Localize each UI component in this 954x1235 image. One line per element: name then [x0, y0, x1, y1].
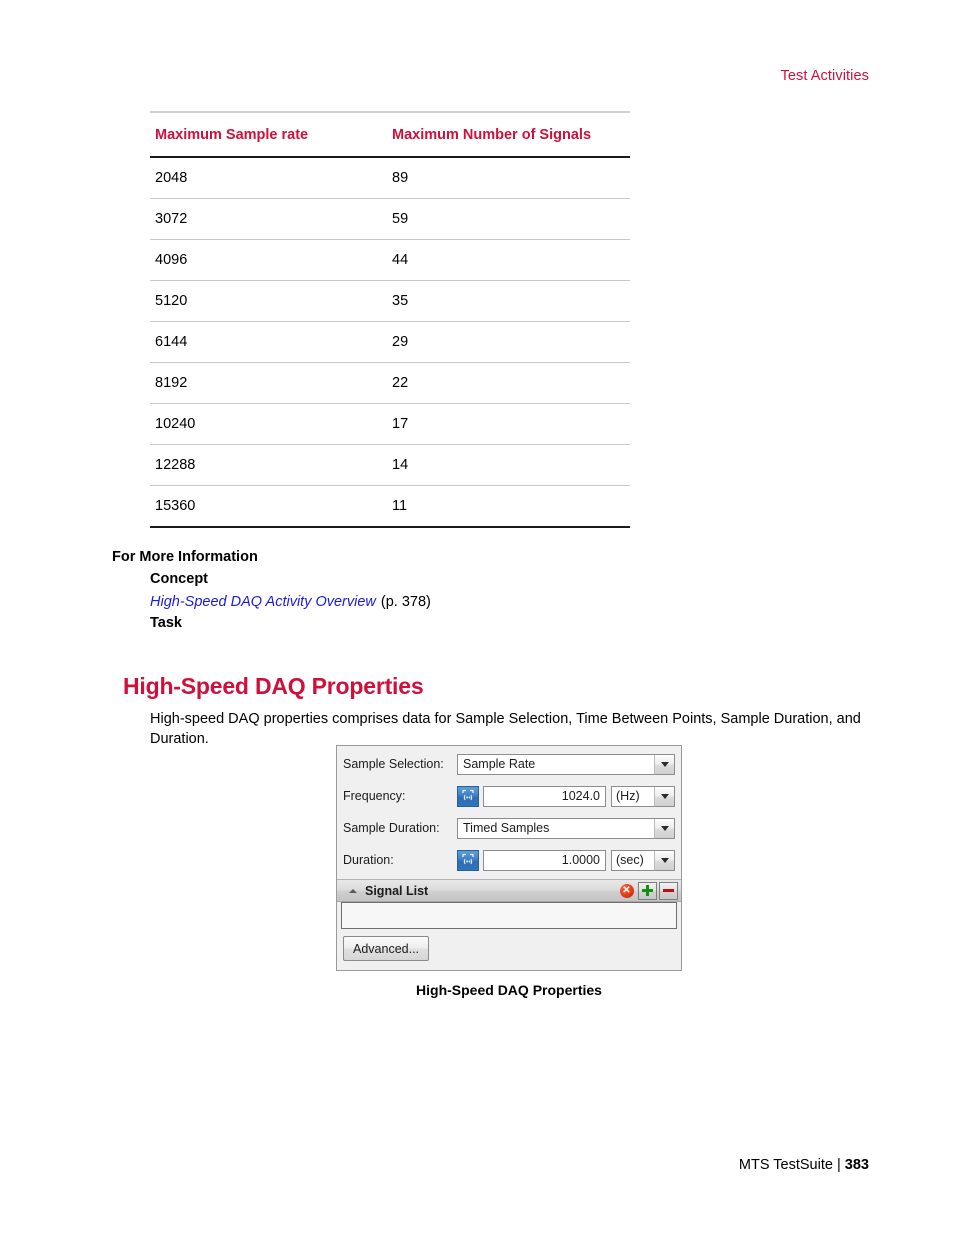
running-header: Test Activities — [780, 68, 869, 84]
section-body-text: High-speed DAQ properties comprises data… — [150, 710, 861, 748]
table-row: 4096 44 — [150, 239, 630, 281]
concept-label: Concept — [150, 570, 208, 587]
concept-link-row: High-Speed DAQ Activity Overview (p. 378) — [150, 591, 812, 613]
cell-sample-rate: 5120 — [150, 280, 387, 322]
cell-number-of-signals: 14 — [387, 444, 630, 486]
cell-sample-rate: 10240 — [150, 403, 387, 445]
signal-list-title: Signal List — [365, 883, 429, 898]
cell-number-of-signals: 17 — [387, 403, 630, 445]
frequency-unit-value: (Hz) — [616, 789, 640, 803]
cell-sample-rate: 4096 — [150, 239, 387, 281]
sample-duration-row: Sample Duration: Timed Samples — [343, 815, 675, 841]
table-row: 3072 59 — [150, 198, 630, 240]
table-row: 2048 89 — [150, 157, 630, 199]
delete-glyph: ✕ — [619, 883, 634, 898]
signal-list-toolbar: ✕ — [617, 881, 678, 900]
sample-selection-value: Sample Rate — [463, 757, 536, 771]
footer-book-title: MTS TestSuite — [738, 1157, 833, 1173]
chevron-down-icon[interactable] — [654, 818, 674, 838]
column-header-number-of-signals: Maximum Number of Signals — [387, 111, 630, 158]
advanced-button[interactable]: Advanced... — [343, 936, 430, 961]
figure-caption: High-Speed DAQ Properties — [416, 982, 602, 998]
high-speed-daq-properties-figure: Sample Selection: Sample Rate Frequency:… — [336, 745, 682, 998]
footer-separator: | — [836, 1157, 841, 1173]
remove-icon[interactable] — [659, 881, 678, 900]
table-row: 15360 11 — [150, 485, 630, 528]
table-row: 8192 22 — [150, 362, 630, 404]
footer-page-number: 383 — [844, 1157, 869, 1173]
sample-selection-combobox[interactable]: Sample Rate — [457, 753, 675, 775]
chevron-down-icon[interactable] — [654, 754, 674, 774]
frequency-row: Frequency: 1024.0 (Hz) — [343, 783, 675, 809]
cell-sample-rate: 2048 — [150, 157, 387, 199]
cell-number-of-signals: 35 — [387, 280, 630, 322]
cell-number-of-signals: 22 — [387, 362, 630, 404]
cell-number-of-signals: 89 — [387, 157, 630, 199]
dialog-footer: Advanced... — [343, 929, 675, 970]
cell-sample-rate: 15360 — [150, 485, 387, 528]
plus-glyph — [642, 885, 653, 896]
duration-input[interactable]: 1.0000 — [483, 849, 606, 871]
duration-label: Duration: — [343, 853, 394, 867]
chevron-up-icon[interactable] — [349, 888, 357, 893]
cell-number-of-signals: 44 — [387, 239, 630, 281]
table-row: 12288 14 — [150, 444, 630, 486]
cell-sample-rate: 6144 — [150, 321, 387, 363]
section-heading: High-Speed DAQ Properties — [123, 673, 424, 700]
duration-unit-combobox[interactable]: (sec) — [611, 849, 675, 871]
cell-number-of-signals: 59 — [387, 198, 630, 240]
frequency-unit-combobox[interactable]: (Hz) — [611, 785, 675, 807]
sample-duration-combobox[interactable]: Timed Samples — [457, 817, 675, 839]
frequency-label: Frequency: — [343, 789, 406, 803]
sample-selection-row: Sample Selection: Sample Rate — [343, 751, 675, 777]
signal-list-header[interactable]: Signal List ✕ — [337, 879, 681, 902]
duration-row: Duration: 1.0000 (sec) — [343, 847, 675, 873]
minus-glyph — [663, 885, 674, 896]
duration-unit-value: (sec) — [616, 853, 644, 867]
table-row: 5120 35 — [150, 280, 630, 322]
cell-sample-rate: 12288 — [150, 444, 387, 486]
signal-list-box[interactable] — [341, 902, 677, 929]
sample-duration-value: Timed Samples — [463, 821, 550, 835]
table-row: 6144 29 — [150, 321, 630, 363]
cross-reference-link[interactable]: High-Speed DAQ Activity Overview — [150, 594, 376, 610]
sample-selection-label: Sample Selection: — [343, 757, 444, 771]
cross-reference-page: (p. 378) — [380, 593, 431, 610]
column-header-sample-rate: Maximum Sample rate — [150, 111, 387, 158]
cell-number-of-signals: 11 — [387, 485, 630, 528]
cell-number-of-signals: 29 — [387, 321, 630, 363]
for-more-information-block: For More Information Concept High-Speed … — [112, 547, 812, 635]
table-header: Maximum Sample rate Maximum Number of Si… — [150, 111, 630, 158]
high-speed-daq-properties-dialog: Sample Selection: Sample Rate Frequency:… — [336, 745, 682, 971]
add-icon[interactable] — [638, 881, 657, 900]
cell-sample-rate: 3072 — [150, 198, 387, 240]
cell-sample-rate: 8192 — [150, 362, 387, 404]
page-footer: MTS TestSuite | 383 — [739, 1157, 869, 1173]
table-body: 2048 89 3072 59 4096 44 5120 35 6144 29 8192 22 1024… — [150, 157, 630, 528]
frequency-input[interactable]: 1024.0 — [483, 785, 606, 807]
table-row: 10240 17 — [150, 403, 630, 445]
task-label: Task — [150, 614, 182, 631]
sample-duration-label: Sample Duration: — [343, 821, 440, 835]
for-more-information-title: For More Information — [112, 549, 258, 565]
variable-link-icon[interactable] — [457, 785, 479, 807]
variable-link-icon[interactable] — [457, 849, 479, 871]
chevron-down-icon[interactable] — [654, 786, 674, 806]
chevron-down-icon[interactable] — [654, 850, 674, 870]
table-header-row: Maximum Sample rate Maximum Number of Si… — [150, 111, 630, 158]
max-sample-rate-table: Maximum Sample rate Maximum Number of Si… — [150, 111, 630, 528]
delete-icon[interactable]: ✕ — [617, 882, 636, 900]
